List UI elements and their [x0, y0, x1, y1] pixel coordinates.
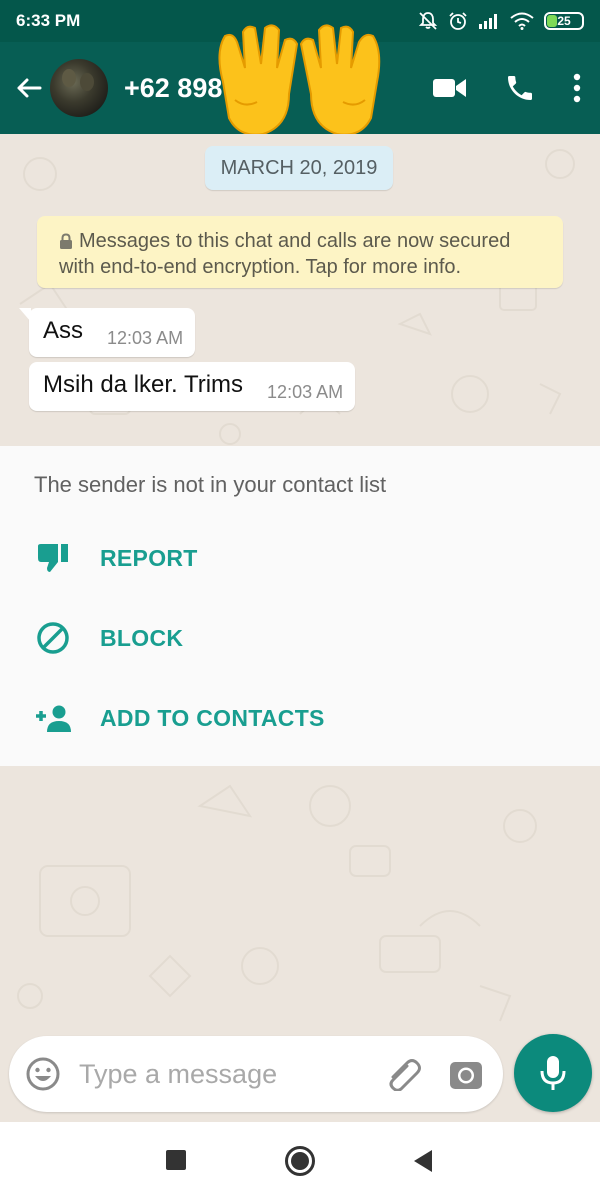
message-input[interactable]: [79, 1058, 359, 1090]
camera-icon[interactable]: [449, 1058, 483, 1090]
message-time: 12:03 AM: [107, 328, 184, 348]
header-actions: [432, 72, 586, 104]
avatar[interactable]: [50, 59, 108, 117]
message-bubble[interactable]: Msih da lker. Trims 12:03 AM: [29, 362, 356, 411]
encryption-notice[interactable]: Messages to this chat and calls are now …: [37, 216, 563, 288]
unknown-sender-panel: The sender is not in your contact list R…: [0, 446, 600, 766]
muted-bell-icon: [418, 12, 438, 30]
status-icons: 25: [418, 11, 584, 31]
message-bubble[interactable]: Ass 12:03 AM: [18, 308, 196, 357]
message-composer: [9, 1036, 503, 1112]
home-icon[interactable]: [284, 1145, 316, 1177]
signal-icon: [479, 14, 497, 29]
raised-hands-emoji: [218, 24, 381, 136]
battery-level: 25: [557, 14, 571, 28]
wifi-icon: [510, 12, 534, 30]
alarm-icon: [449, 12, 467, 30]
block-icon: [37, 622, 69, 654]
message-text: Msih da lker. Trims: [43, 371, 244, 398]
recents-icon[interactable]: [165, 1149, 187, 1171]
mic-icon: [540, 1056, 566, 1090]
add-to-contacts-button[interactable]: ADD TO CONTACTS: [0, 688, 600, 748]
encryption-notice-text: Messages to this chat and calls are now …: [59, 230, 511, 278]
add-to-contacts-label: ADD TO CONTACTS: [100, 704, 325, 731]
video-call-icon[interactable]: [432, 77, 468, 99]
more-vert-icon[interactable]: [572, 73, 582, 103]
back-arrow-icon[interactable]: [14, 73, 44, 103]
block-label: BLOCK: [100, 624, 184, 651]
report-label: REPORT: [100, 544, 198, 571]
thumbs-down-icon: [38, 544, 68, 572]
block-button[interactable]: BLOCK: [0, 608, 600, 668]
date-chip: MARCH 20, 2019: [205, 146, 393, 190]
back-nav-icon[interactable]: [412, 1149, 434, 1173]
message-text: Ass: [43, 317, 84, 344]
lock-icon: [60, 233, 72, 249]
phone-icon[interactable]: [504, 72, 536, 104]
status-time: 6:33 PM: [16, 11, 81, 30]
report-button[interactable]: REPORT: [0, 528, 600, 588]
wallpaper-doodles-lower: [17, 784, 537, 1022]
attach-icon[interactable]: [385, 1057, 423, 1091]
mic-button[interactable]: [514, 1034, 592, 1112]
system-nav-bar: [0, 1122, 600, 1200]
emoji-icon[interactable]: [25, 1056, 61, 1092]
sender-note: The sender is not in your contact list: [34, 472, 387, 497]
add-person-icon: [36, 705, 71, 732]
message-time: 12:03 AM: [267, 382, 344, 402]
battery-icon: 25: [544, 12, 584, 30]
